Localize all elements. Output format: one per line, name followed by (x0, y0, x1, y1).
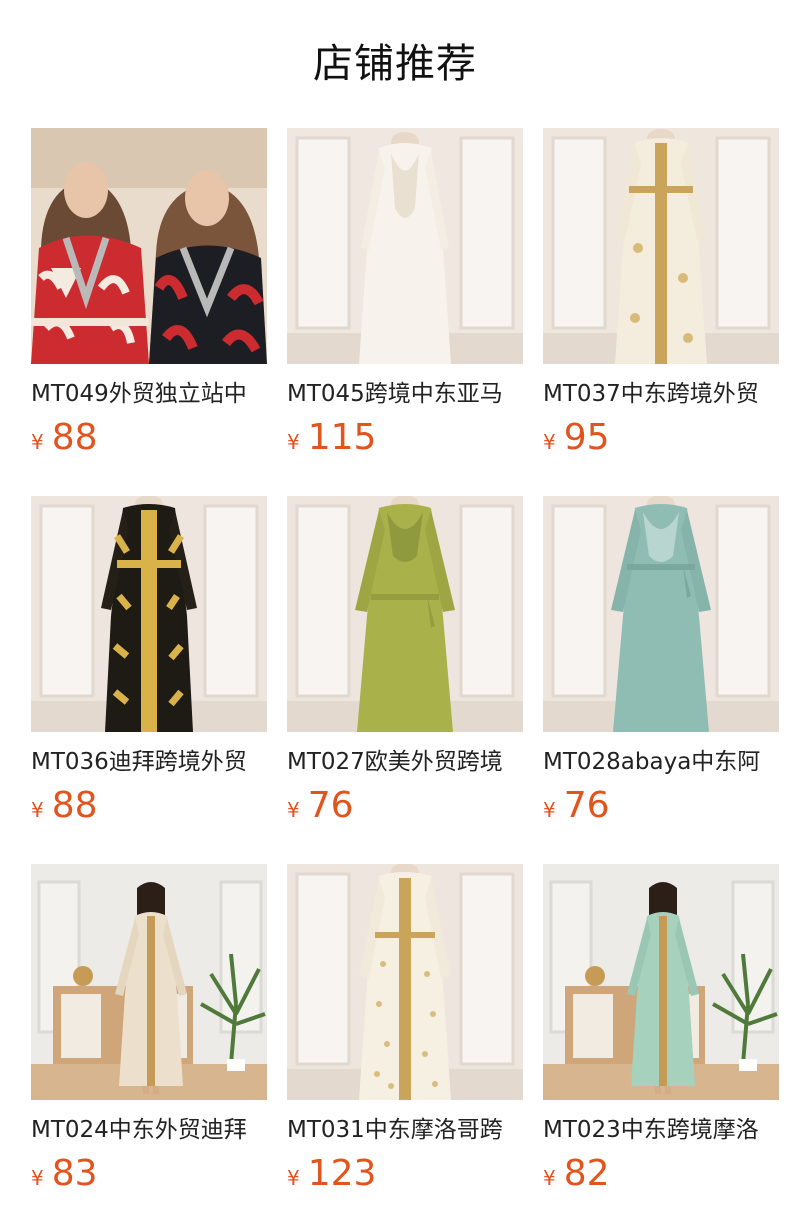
product-price: ¥88 (31, 784, 98, 828)
product-name[interactable]: MT045跨境中东亚马 (287, 376, 523, 412)
price-amount: 123 (307, 1153, 377, 1194)
product-image[interactable] (543, 864, 779, 1100)
product-image[interactable] (31, 864, 267, 1100)
price-amount: 82 (563, 1153, 610, 1194)
product-photo (287, 864, 523, 1100)
product-price: ¥95 (543, 416, 610, 460)
currency-symbol: ¥ (31, 798, 44, 822)
product-name[interactable]: MT049外贸独立站中 (31, 376, 267, 412)
currency-symbol: ¥ (287, 430, 300, 454)
page-title: 店铺推荐 (313, 41, 477, 87)
product-photo (543, 496, 779, 732)
product-card[interactable]: MT031中东摩洛哥跨 ¥123 (287, 864, 523, 1194)
price-amount: 83 (51, 1153, 98, 1194)
product-name[interactable]: MT028abaya中东阿 (543, 744, 779, 780)
price-amount: 95 (563, 417, 610, 458)
product-card[interactable]: MT024中东外贸迪拜 ¥83 (31, 864, 267, 1194)
product-card[interactable]: MT045跨境中东亚马 ¥115 (287, 128, 523, 458)
product-photo (287, 128, 523, 364)
product-photo (543, 128, 779, 364)
product-price: ¥76 (543, 784, 610, 828)
product-card[interactable]: MT037中东跨境外贸 ¥95 (543, 128, 779, 458)
product-name[interactable]: MT024中东外贸迪拜 (31, 1112, 267, 1148)
price-amount: 76 (563, 785, 610, 826)
product-name[interactable]: MT023中东跨境摩洛 (543, 1112, 779, 1148)
product-name[interactable]: MT031中东摩洛哥跨 (287, 1112, 523, 1148)
product-image[interactable] (543, 128, 779, 364)
currency-symbol: ¥ (31, 430, 44, 454)
product-name[interactable]: MT036迪拜跨境外贸 (31, 744, 267, 780)
product-card[interactable]: MT027欧美外贸跨境 ¥76 (287, 496, 523, 826)
currency-symbol: ¥ (543, 798, 556, 822)
product-name[interactable]: MT027欧美外贸跨境 (287, 744, 523, 780)
price-amount: 76 (307, 785, 354, 826)
product-price: ¥88 (31, 416, 98, 460)
product-price: ¥123 (287, 1152, 376, 1196)
product-photo (31, 864, 267, 1100)
product-price: ¥76 (287, 784, 354, 828)
currency-symbol: ¥ (287, 798, 300, 822)
product-price: ¥82 (543, 1152, 610, 1196)
product-image[interactable] (543, 496, 779, 732)
product-image[interactable] (31, 496, 267, 732)
product-photo (31, 128, 267, 364)
product-card[interactable]: MT023中东跨境摩洛 ¥82 (543, 864, 779, 1194)
price-amount: 115 (307, 417, 377, 458)
price-amount: 88 (51, 785, 98, 826)
currency-symbol: ¥ (543, 430, 556, 454)
price-amount: 88 (51, 417, 98, 458)
product-card[interactable]: MT036迪拜跨境外贸 ¥88 (31, 496, 267, 826)
product-image[interactable] (287, 128, 523, 364)
product-price: ¥83 (31, 1152, 98, 1196)
product-photo (543, 864, 779, 1100)
currency-symbol: ¥ (31, 1166, 44, 1190)
product-image[interactable] (287, 496, 523, 732)
product-name[interactable]: MT037中东跨境外贸 (543, 376, 779, 412)
product-card[interactable]: MT028abaya中东阿 ¥76 (543, 496, 779, 826)
product-photo (287, 496, 523, 732)
product-card[interactable]: MT049外贸独立站中 ¥88 (31, 128, 267, 458)
product-image[interactable] (287, 864, 523, 1100)
currency-symbol: ¥ (287, 1166, 300, 1190)
product-photo (31, 496, 267, 732)
currency-symbol: ¥ (543, 1166, 556, 1190)
product-image[interactable] (31, 128, 267, 364)
product-price: ¥115 (287, 416, 376, 460)
